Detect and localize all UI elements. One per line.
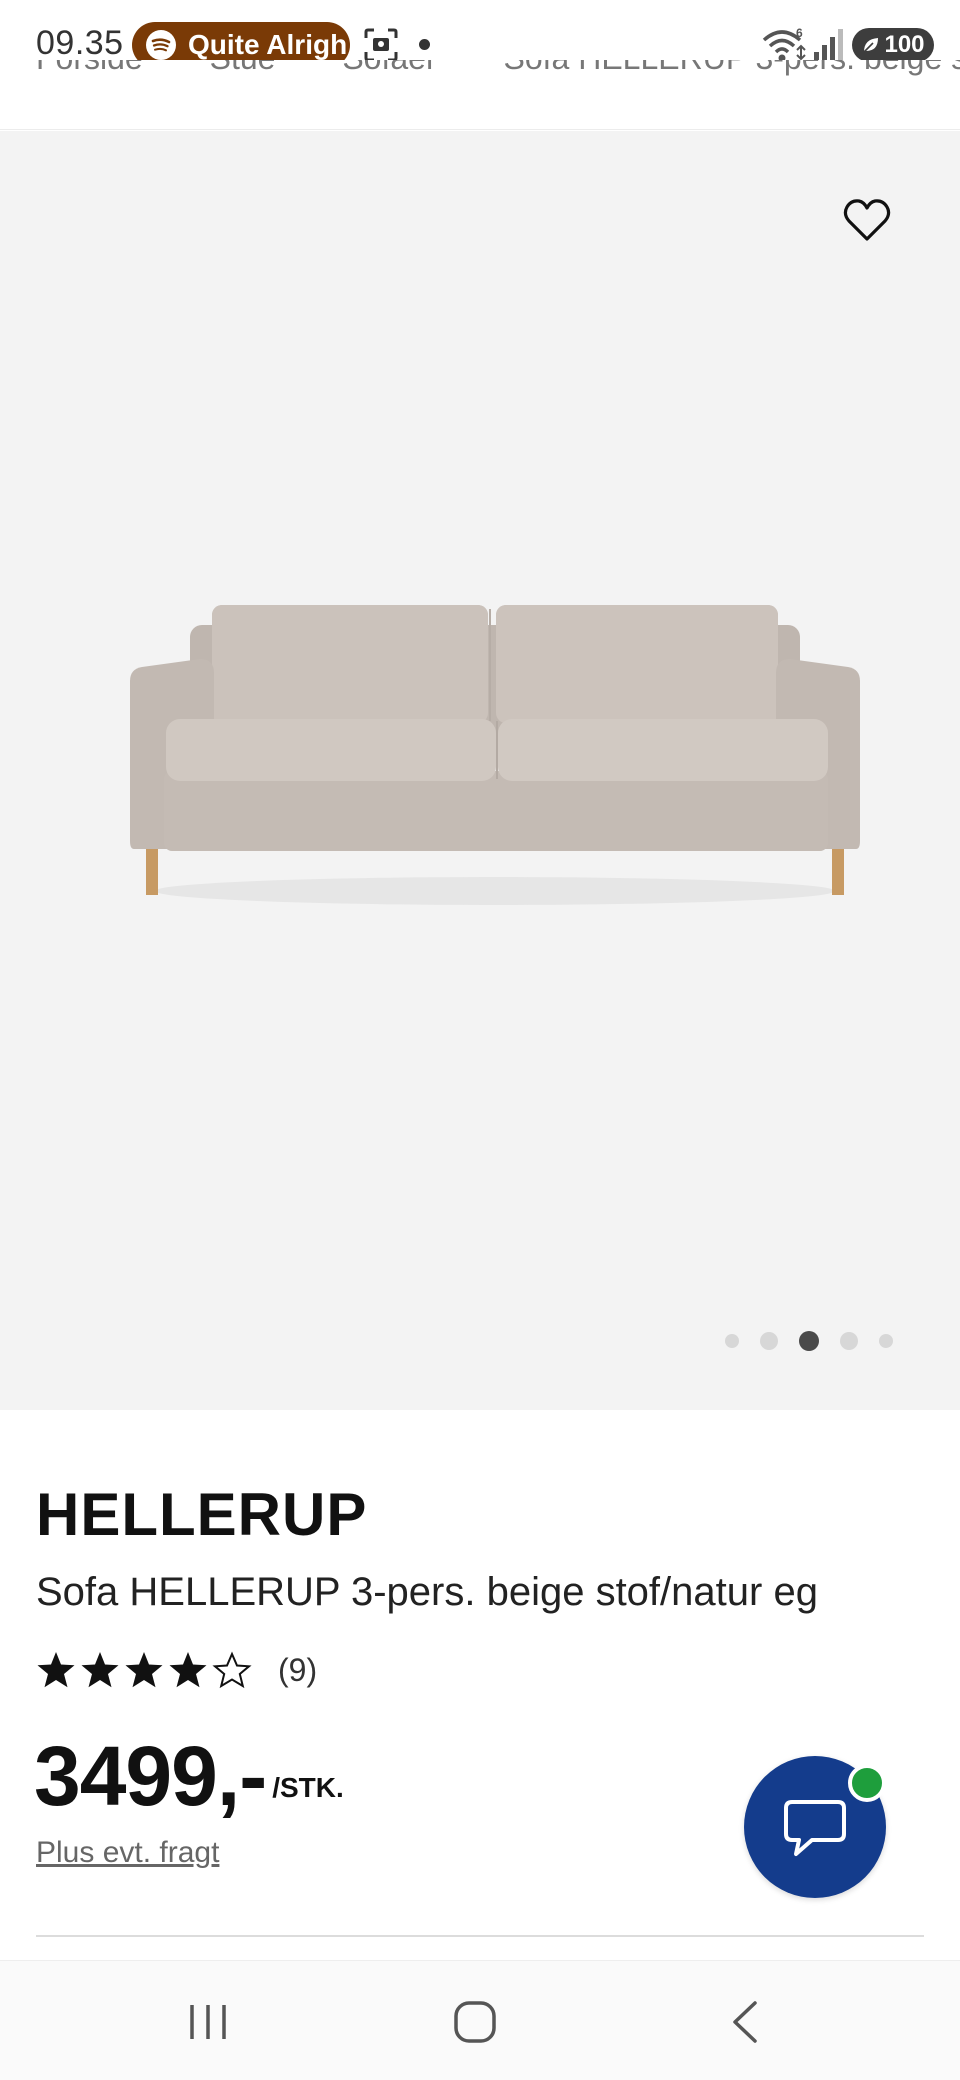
status-time: 09.35 [36, 24, 124, 62]
breadcrumb-item[interactable]: Forside [36, 60, 143, 76]
online-status-dot [848, 1764, 886, 1802]
star-filled-icon [37, 1652, 75, 1688]
media-title: Quite Alrigh [188, 29, 348, 60]
battery-indicator: 100 [852, 28, 934, 62]
pagination-dot[interactable] [760, 1332, 778, 1350]
breadcrumb-strip: Forside Stue Sofaer Sofa HELLERUP 3-pers… [0, 60, 960, 130]
pagination-dot[interactable] [879, 1334, 893, 1348]
review-count[interactable]: (9) [278, 1652, 317, 1689]
chat-bubble-icon [784, 1800, 846, 1856]
product-image-sofa [130, 605, 860, 905]
product-brand-title: HELLERUP [36, 1481, 368, 1548]
wifi-icon: 6 [762, 26, 806, 62]
breadcrumb: Forside Stue Sofaer Sofa HELLERUP 3-pers… [36, 60, 960, 77]
pagination-dot[interactable] [725, 1334, 739, 1348]
freight-info-link[interactable]: Plus evt. fragt [36, 1836, 219, 1870]
section-divider [36, 1935, 924, 1937]
pagination-dot[interactable] [840, 1332, 858, 1350]
svg-text:6: 6 [796, 26, 803, 40]
star-filled-icon [81, 1652, 119, 1688]
heart-outline-icon[interactable] [842, 197, 892, 243]
star-filled-icon [125, 1652, 163, 1688]
signal-icon [814, 29, 843, 60]
breadcrumb-item[interactable]: Stue [210, 60, 276, 76]
pagination-dot-active[interactable] [799, 1331, 819, 1351]
star-outline-icon [212, 1651, 252, 1689]
price-unit: /STK. [272, 1772, 344, 1803]
system-navigation-bar [0, 1960, 960, 2080]
product-price: 3499,- /STK. [34, 1728, 344, 1824]
price-value: 3499,- [34, 1729, 267, 1823]
breadcrumb-item: Sofa HELLERUP 3-pers. beige stof [503, 60, 960, 76]
breadcrumb-item[interactable]: Sofaer [342, 60, 436, 76]
home-icon[interactable] [452, 1999, 498, 2045]
spotify-icon [146, 30, 176, 60]
gallery-pagination [725, 1329, 893, 1353]
product-subtitle: Sofa HELLERUP 3-pers. beige stof/natur e… [36, 1570, 818, 1614]
recent-apps-icon[interactable] [186, 1999, 230, 2045]
power-saving-icon [863, 38, 879, 53]
star-filled-icon [169, 1652, 207, 1688]
screen-capture-icon [364, 28, 398, 62]
product-image-gallery[interactable] [0, 131, 960, 1410]
rating-row[interactable]: (9) [36, 1648, 317, 1692]
back-icon[interactable] [728, 1999, 762, 2045]
notification-dot-icon [419, 39, 430, 50]
battery-level: 100 [884, 31, 925, 58]
